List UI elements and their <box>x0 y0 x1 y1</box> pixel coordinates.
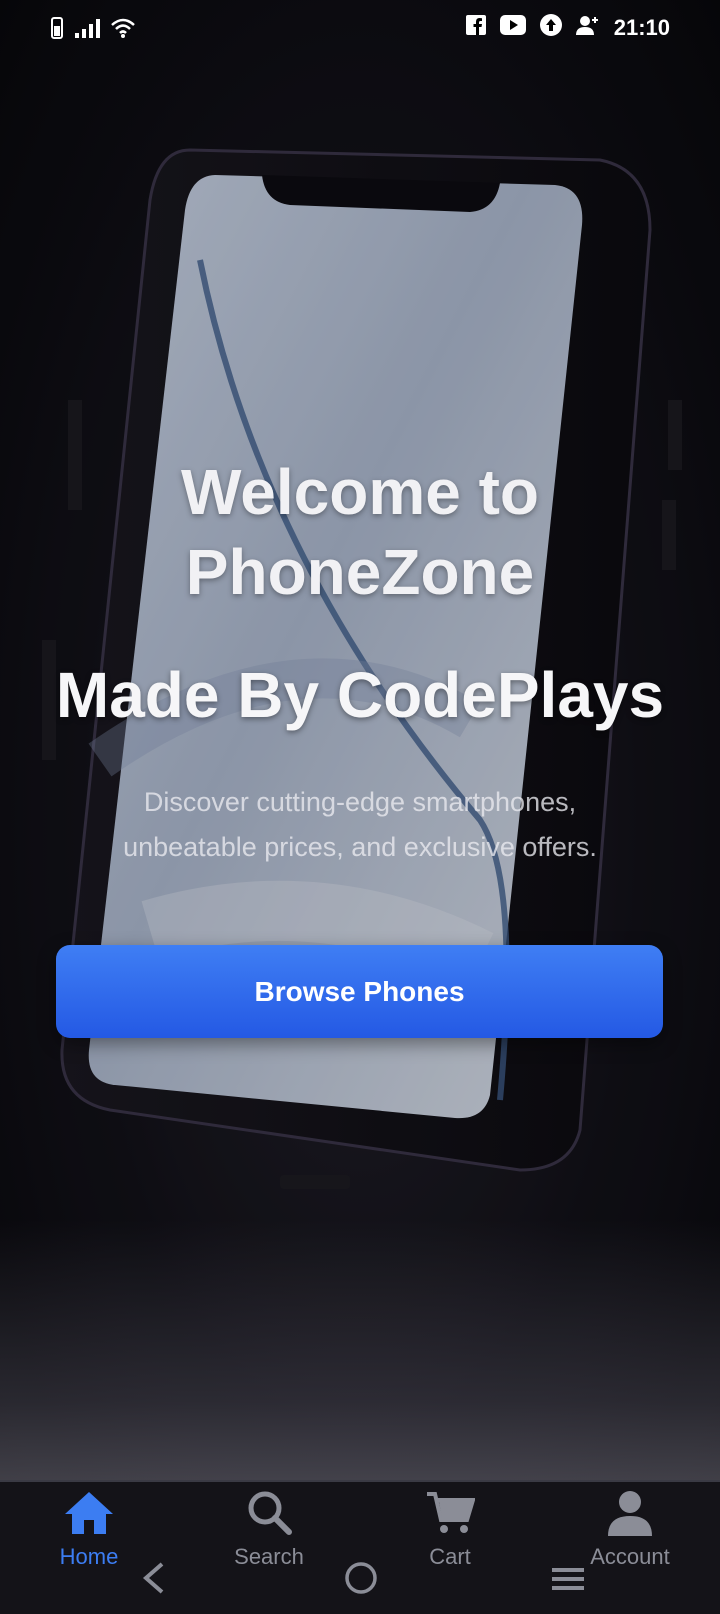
welcome-heading-line1: Welcome to <box>181 456 539 528</box>
clock: 21:10 <box>613 15 670 40</box>
welcome-heading-line2: PhoneZone <box>185 536 535 608</box>
menu-icon[interactable] <box>550 1564 586 1599</box>
background-glow <box>0 1220 720 1480</box>
home-icon <box>63 1492 115 1541</box>
upload-icon <box>539 14 562 42</box>
status-bar: 21:10 <box>0 0 720 62</box>
facebook-icon <box>465 15 486 41</box>
search-icon <box>245 1491 293 1541</box>
youtube-icon <box>499 15 526 41</box>
add-user-icon <box>575 14 600 42</box>
home-system-icon[interactable] <box>344 1561 378 1600</box>
hero-background-image <box>0 0 720 1480</box>
browse-phones-button[interactable]: Browse Phones <box>56 945 663 1038</box>
welcome-heading: Welcome to PhoneZone <box>0 452 720 612</box>
account-icon <box>606 1491 654 1541</box>
tagline-text: Discover cutting-edge smartphones, unbea… <box>123 787 597 862</box>
signal-icon <box>74 17 100 45</box>
cart-icon <box>425 1492 476 1541</box>
back-icon[interactable] <box>140 1560 168 1601</box>
made-by-heading: Made By CodePlays <box>55 659 665 731</box>
system-navigation-bar <box>0 1550 720 1612</box>
wifi-icon <box>110 17 136 45</box>
battery-icon <box>50 16 64 46</box>
